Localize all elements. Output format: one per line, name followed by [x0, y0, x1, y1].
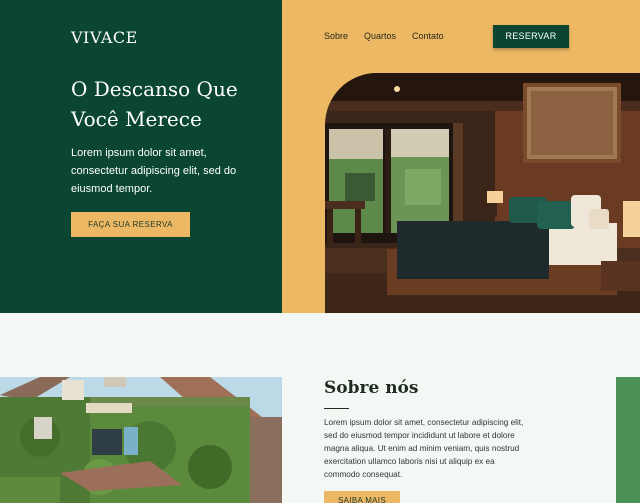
logo[interactable]: VIVACE	[71, 28, 138, 47]
accent-strip	[616, 377, 640, 503]
about-description: Lorem ipsum dolor sit amet, consectetur …	[324, 418, 524, 479]
hotel-building-photo	[0, 377, 282, 503]
nav-link-sobre[interactable]: Sobre	[324, 31, 348, 41]
hotel-room-photo	[325, 73, 640, 313]
hero-section: VIVACE O Descanso Que Você Merece Lorem …	[0, 0, 640, 313]
hero-title: O Descanso Que Você Merece	[71, 77, 238, 131]
hotel-building-illustration	[0, 377, 282, 503]
nav-link-quartos[interactable]: Quartos	[364, 31, 396, 41]
hotel-room-illustration	[325, 73, 640, 313]
reservar-button[interactable]: RESERVAR	[493, 25, 569, 48]
main-nav: Sobre Quartos Contato	[324, 31, 444, 41]
about-title: Sobre nós	[324, 378, 419, 398]
hero-description: Lorem ipsum dolor sit amet, consectetur …	[71, 147, 237, 195]
learn-more-button[interactable]: SAIBA MAIS	[324, 491, 400, 503]
make-reservation-button[interactable]: FAÇA SUA RESERVA	[71, 212, 190, 237]
about-divider	[324, 408, 349, 409]
nav-link-contato[interactable]: Contato	[412, 31, 444, 41]
